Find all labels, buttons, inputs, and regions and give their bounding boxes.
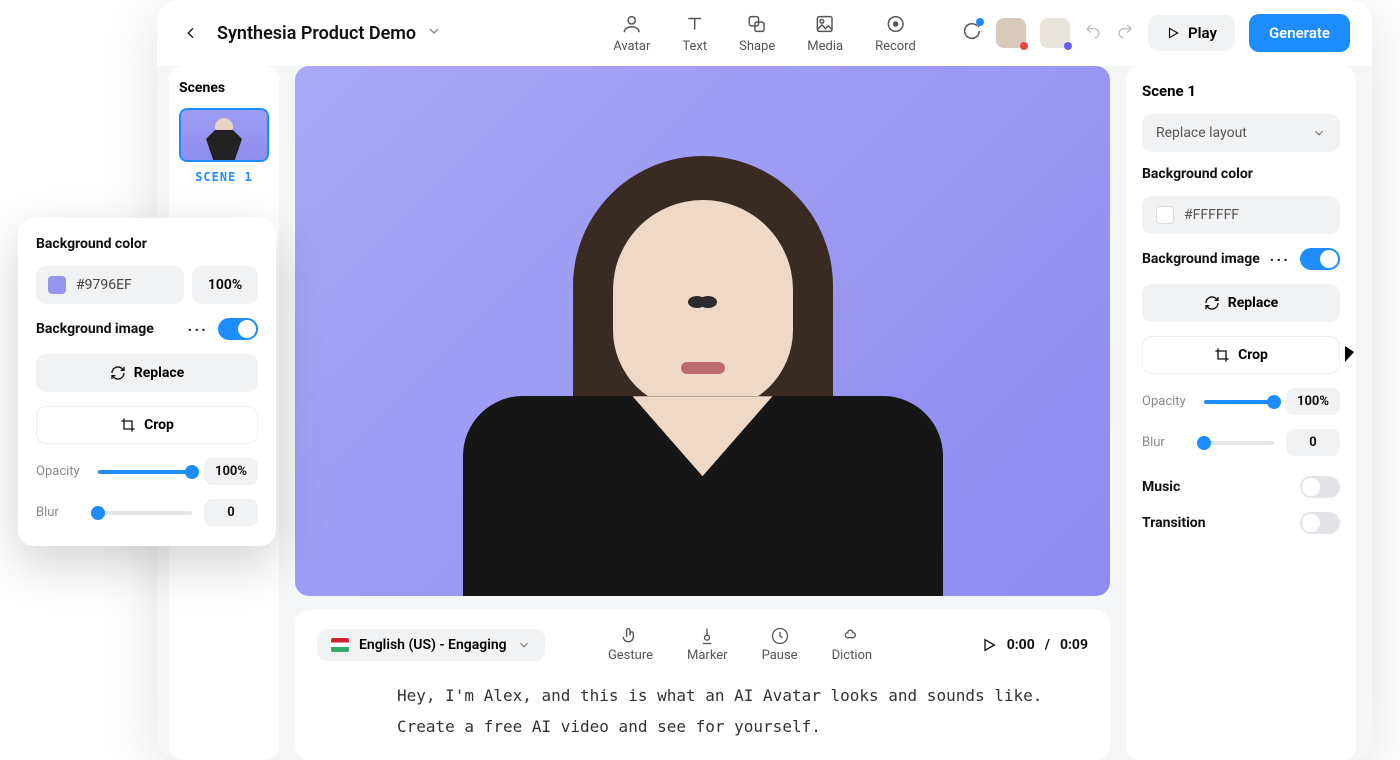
scene-thumb-1-label: SCENE 1 (179, 170, 269, 184)
time-total: 0:09 (1060, 637, 1088, 653)
popover-bg-swatch (48, 276, 66, 294)
tool-record-label: Record (875, 39, 916, 54)
scene-thumb-1[interactable] (179, 108, 269, 162)
script-tool-pause[interactable]: Pause (762, 626, 798, 663)
popover-bg-color-field[interactable]: #9796EF (36, 266, 184, 304)
opacity-value: 100% (1286, 388, 1340, 415)
popover-bg-image-label: Background image (36, 321, 154, 337)
bg-color-value: #FFFFFF (1184, 207, 1239, 223)
script-panel: English (US) - Engaging Gesture Marker (295, 610, 1110, 760)
app-window: Synthesia Product Demo Avatar Text Shape… (157, 0, 1372, 760)
titlebar: Synthesia Product Demo Avatar Text Shape… (157, 0, 1372, 66)
popover-bg-image-toggle[interactable] (218, 318, 258, 340)
bg-popover: Background color #9796EF 100% Background… (18, 218, 276, 546)
properties-panel: Scene 1 Replace layout Background color … (1126, 66, 1356, 760)
blur-value: 0 (1286, 429, 1340, 456)
script-bar: English (US) - Engaging Gesture Marker (317, 626, 1088, 663)
collab-avatar-2[interactable] (1040, 18, 1070, 48)
bg-image-more[interactable]: ··· (1270, 250, 1290, 269)
redo-button[interactable] (1116, 22, 1134, 44)
chevron-down-icon (1312, 126, 1326, 140)
generate-button-label: Generate (1269, 24, 1330, 42)
project-title[interactable]: Synthesia Product Demo (217, 23, 442, 44)
chevron-down-icon (517, 638, 531, 652)
scenes-title: Scenes (179, 80, 269, 96)
tool-record[interactable]: Record (875, 13, 916, 54)
flag-icon (331, 638, 349, 652)
insert-toolbar: Avatar Text Shape Media Record (613, 13, 916, 54)
crop-icon (120, 417, 136, 433)
refresh-icon (110, 365, 126, 381)
blur-slider[interactable]: Blur 0 (1142, 429, 1340, 456)
tool-media[interactable]: Media (807, 13, 843, 54)
script-tool-diction[interactable]: Diction (832, 626, 873, 663)
cursor-icon (1345, 346, 1354, 362)
generate-button[interactable]: Generate (1249, 14, 1350, 52)
replace-layout-select[interactable]: Replace layout (1142, 114, 1340, 152)
replace-image-button[interactable]: Replace (1142, 284, 1340, 322)
notification-dot (976, 18, 984, 26)
crop-image-button[interactable]: Crop (1142, 336, 1340, 374)
script-tools: Gesture Marker Pause Diction (608, 626, 872, 663)
header-right: Play Generate (960, 14, 1350, 52)
tool-text[interactable]: Text (682, 13, 707, 54)
language-label: English (US) - Engaging (359, 637, 507, 653)
music-toggle[interactable] (1300, 476, 1340, 498)
popover-opacity-slider[interactable]: Opacity 100% (36, 458, 258, 485)
transition-toggle[interactable] (1300, 512, 1340, 534)
bg-image-label: Background image (1142, 251, 1260, 267)
tool-avatar-label: Avatar (613, 39, 650, 54)
back-button[interactable] (175, 17, 207, 49)
popover-bg-image-more[interactable]: ··· (188, 320, 208, 339)
play-button-label: Play (1188, 24, 1217, 42)
refresh-icon (1204, 295, 1220, 311)
center-column: English (US) - Engaging Gesture Marker (295, 66, 1110, 760)
popover-replace-button[interactable]: Replace (36, 354, 258, 392)
bg-image-toggle[interactable] (1300, 248, 1340, 270)
comments-button[interactable] (960, 20, 982, 46)
bg-color-field[interactable]: #FFFFFF (1142, 196, 1340, 234)
collab-avatar-1[interactable] (996, 18, 1026, 48)
tool-avatar[interactable]: Avatar (613, 13, 650, 54)
tool-media-label: Media (807, 39, 843, 54)
project-title-text: Synthesia Product Demo (217, 23, 416, 44)
timecode[interactable]: 0:00 / 0:09 (981, 637, 1088, 653)
undo-button[interactable] (1084, 22, 1102, 44)
scene-heading: Scene 1 (1142, 82, 1340, 100)
body: Scenes SCENE 1 English (US) - (157, 66, 1372, 760)
transition-label: Transition (1142, 515, 1206, 531)
tool-text-label: Text (682, 39, 707, 54)
music-label: Music (1142, 479, 1180, 495)
tool-shape[interactable]: Shape (739, 13, 775, 54)
popover-bg-color-label: Background color (36, 236, 258, 252)
canvas[interactable] (295, 66, 1110, 596)
bg-color-label: Background color (1142, 166, 1340, 182)
tool-shape-label: Shape (739, 39, 775, 54)
language-selector[interactable]: English (US) - Engaging (317, 629, 545, 661)
script-text[interactable]: Hey, I'm Alex, and this is what an AI Av… (317, 681, 1088, 742)
popover-crop-button[interactable]: Crop (36, 406, 258, 444)
opacity-slider[interactable]: Opacity 100% (1142, 388, 1340, 415)
bg-color-swatch (1156, 206, 1174, 224)
crop-icon (1214, 347, 1230, 363)
popover-bg-opacity-field[interactable]: 100% (192, 266, 258, 304)
time-current: 0:00 (1007, 637, 1035, 653)
play-button[interactable]: Play (1148, 15, 1235, 51)
script-tool-marker[interactable]: Marker (687, 626, 728, 663)
play-icon (981, 637, 997, 653)
chevron-down-icon (426, 23, 442, 44)
script-tool-gesture[interactable]: Gesture (608, 626, 653, 663)
popover-blur-slider[interactable]: Blur 0 (36, 499, 258, 526)
avatar-figure (443, 156, 963, 596)
